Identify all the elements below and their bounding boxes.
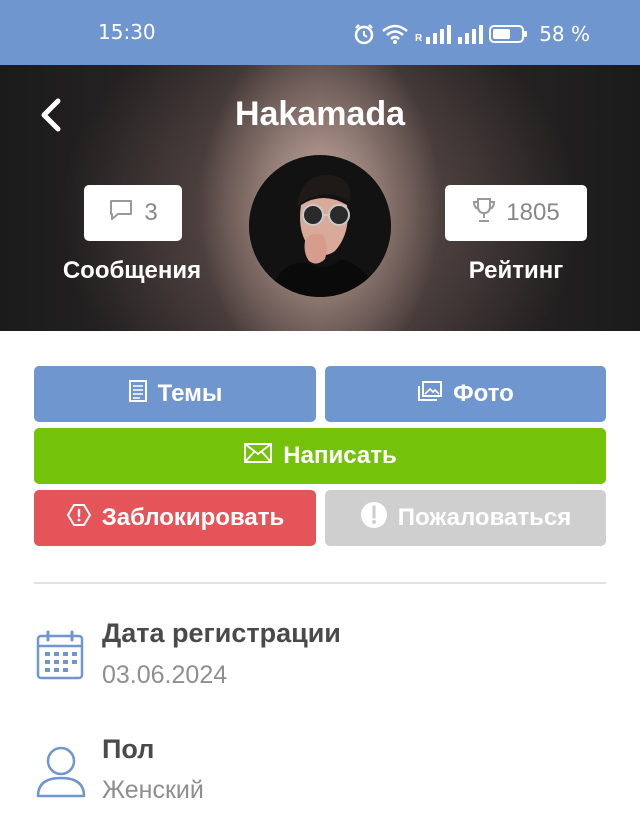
status-icons: R 58 % (353, 22, 590, 46)
write-label: Написать (283, 442, 397, 469)
photo-label: Фото (453, 380, 514, 407)
gallery-icon (417, 380, 443, 409)
trophy-icon (472, 197, 496, 230)
alarm-icon (353, 23, 375, 45)
user-icon (36, 744, 86, 803)
registration-title: Дата регистрации (102, 618, 341, 648)
rating-value: 1805 (506, 199, 560, 226)
battery-percent: 58 % (539, 22, 590, 46)
block-label: Заблокировать (101, 504, 285, 531)
block-user-button[interactable]: Заблокировать (34, 490, 316, 546)
signal-icon-1: R (414, 24, 452, 44)
messages-label: Сообщения (62, 257, 202, 284)
topics-button[interactable]: Темы (34, 366, 316, 422)
avatar[interactable] (249, 155, 391, 297)
rating-box[interactable]: 1805 (445, 185, 587, 241)
messages-count-box[interactable]: 3 (84, 185, 182, 241)
battery-icon (489, 24, 529, 44)
profile-header: Hakamada 3 Сообщения 1805 Рейтинг (0, 65, 640, 331)
gender-value: Женский (102, 776, 204, 804)
write-message-button[interactable]: Написать (34, 428, 606, 484)
topics-label: Темы (157, 380, 223, 407)
calendar-icon (36, 630, 84, 685)
status-time: 15:30 (98, 20, 156, 44)
status-bar: 15:30 R 58 % (0, 0, 640, 65)
divider (34, 582, 606, 584)
comment-icon (108, 198, 134, 229)
report-button[interactable]: Пожаловаться (325, 490, 606, 546)
report-label: Пожаловаться (397, 504, 572, 531)
registration-date: 03.06.2024 (102, 661, 228, 689)
exclamation-circle-icon (360, 501, 388, 536)
wifi-icon (381, 23, 409, 45)
avatar-portrait (249, 155, 391, 297)
block-icon (66, 503, 92, 534)
messages-count: 3 (144, 199, 158, 226)
roaming-mark: R (414, 33, 423, 44)
photo-button[interactable]: Фото (325, 366, 606, 422)
envelope-icon (243, 442, 273, 471)
signal-icon-2 (457, 24, 484, 44)
rating-label: Рейтинг (468, 257, 564, 284)
gender-title: Пол (102, 734, 155, 764)
profile-name: Hakamada (234, 95, 406, 133)
document-icon (128, 379, 148, 410)
